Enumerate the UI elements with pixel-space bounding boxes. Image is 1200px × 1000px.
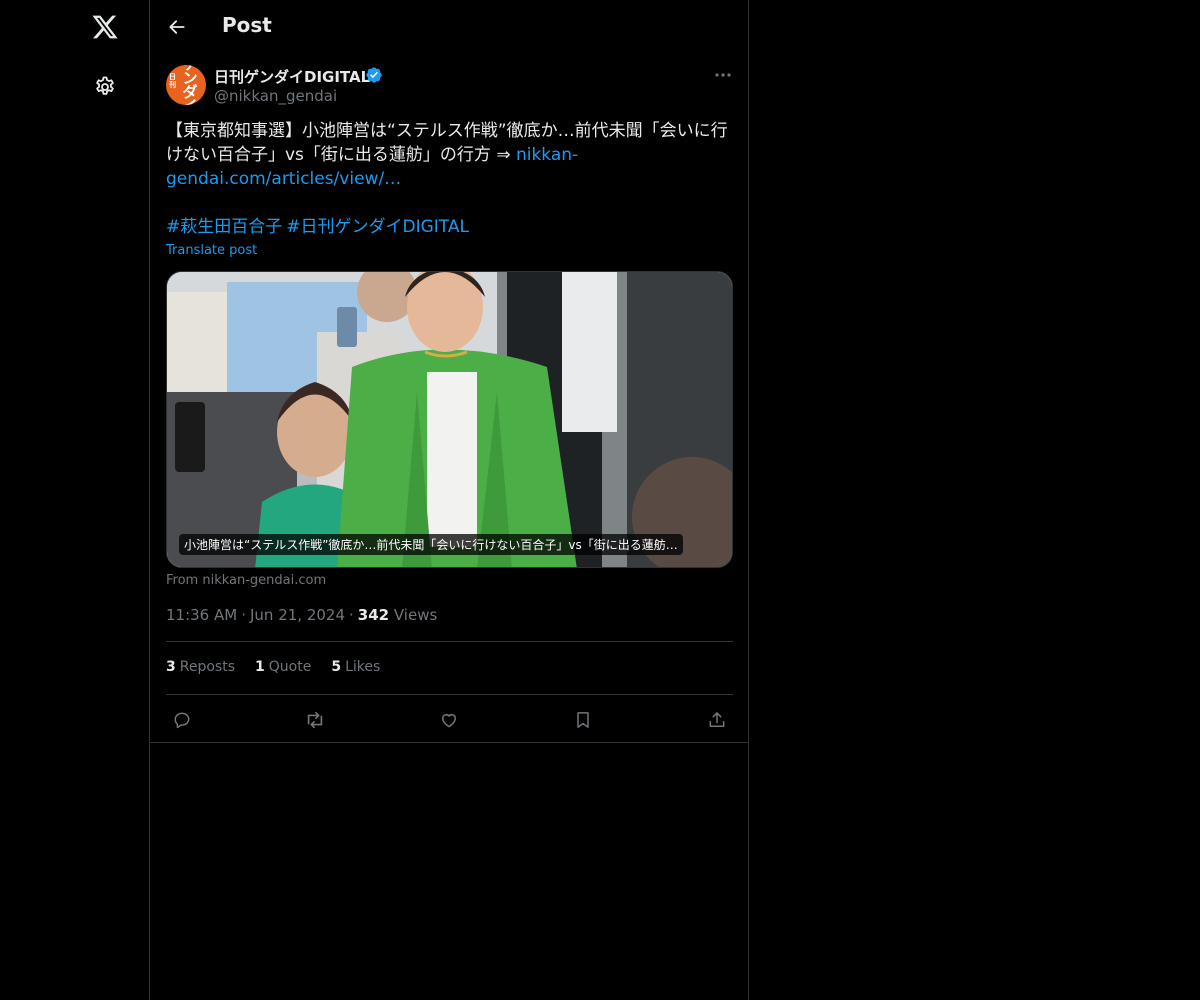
hashtags: #萩生田百合子 #日刊ゲンダイDIGITAL <box>166 215 473 239</box>
heart-icon <box>442 714 456 728</box>
post-body: 【東京都知事選】小池陣営は“ステルス作戦”徹底か…前代未聞「会いに行けない百合子… <box>166 121 728 165</box>
post-meta: 11:36 AM · Jun 21, 2024 · 342 Views <box>166 606 438 624</box>
main-column: Post 日刊 ゲンダイ 日刊ゲンダイDIGITAL @nikkan_genda… <box>149 0 749 1000</box>
reply-icon <box>174 712 190 729</box>
hashtag-link[interactable]: #萩生田百合子 <box>166 217 282 237</box>
divider <box>166 694 733 695</box>
top-bar: Post <box>150 0 748 53</box>
reply-button[interactable] <box>166 704 198 736</box>
left-nav <box>0 0 150 1000</box>
page-title: Post <box>222 13 272 37</box>
post-text: 【東京都知事選】小池陣営は“ステルス作戦”徹底か…前代未聞「会いに行けない百合子… <box>166 119 734 191</box>
repost-icon <box>307 711 323 729</box>
post-time[interactable]: 11:36 AM <box>166 606 237 624</box>
gear-icon <box>96 76 114 95</box>
views-count: 342 <box>357 606 390 624</box>
arrow-left-icon <box>169 20 185 34</box>
bookmark-button[interactable] <box>567 704 599 736</box>
link-card[interactable]: 小池陣営は“ステルス作戦”徹底か…前代未聞「会いに行けない百合子」vs「街に出る… <box>166 271 733 568</box>
avatar-logo-text: ゲンダイ <box>182 65 198 105</box>
author-display-name[interactable]: 日刊ゲンダイDIGITAL <box>214 66 370 87</box>
like-button[interactable] <box>433 704 465 736</box>
quotes-stat[interactable]: 1 Quote <box>255 659 311 675</box>
action-bar <box>166 704 733 736</box>
divider <box>166 641 733 642</box>
verified-badge-icon <box>366 67 382 83</box>
share-icon <box>709 712 725 727</box>
app-root: Post 日刊 ゲンダイ 日刊ゲンダイDIGITAL @nikkan_genda… <box>0 0 1200 1000</box>
settings-button[interactable] <box>82 64 128 110</box>
card-photo <box>167 272 732 567</box>
avatar[interactable]: 日刊 ゲンダイ <box>166 65 206 105</box>
more-options-button[interactable] <box>706 64 740 86</box>
repost-button[interactable] <box>299 704 331 736</box>
x-logo-button[interactable] <box>82 4 128 50</box>
likes-stat[interactable]: 5 Likes <box>331 659 380 675</box>
translate-post-link[interactable]: Translate post <box>166 243 257 258</box>
share-button[interactable] <box>701 704 733 736</box>
card-source[interactable]: From nikkan-gendai.com <box>166 573 326 588</box>
hashtag-link[interactable]: #日刊ゲンダイDIGITAL <box>286 217 469 237</box>
author-handle[interactable]: @nikkan_gendai <box>214 87 337 105</box>
divider <box>150 742 748 743</box>
more-dots-icon <box>715 73 731 77</box>
views-label: Views <box>393 606 438 624</box>
x-logo-icon <box>92 15 118 39</box>
engagement-stats: 3 Reposts 1 Quote 5 Likes <box>166 659 380 675</box>
bookmark-icon <box>577 712 589 728</box>
card-title: 小池陣営は“ステルス作戦”徹底か…前代未聞「会いに行けない百合子」vs「街に出る… <box>179 534 683 555</box>
reposts-stat[interactable]: 3 Reposts <box>166 659 235 675</box>
back-button[interactable] <box>160 10 194 44</box>
post-date[interactable]: Jun 21, 2024 <box>250 606 345 624</box>
